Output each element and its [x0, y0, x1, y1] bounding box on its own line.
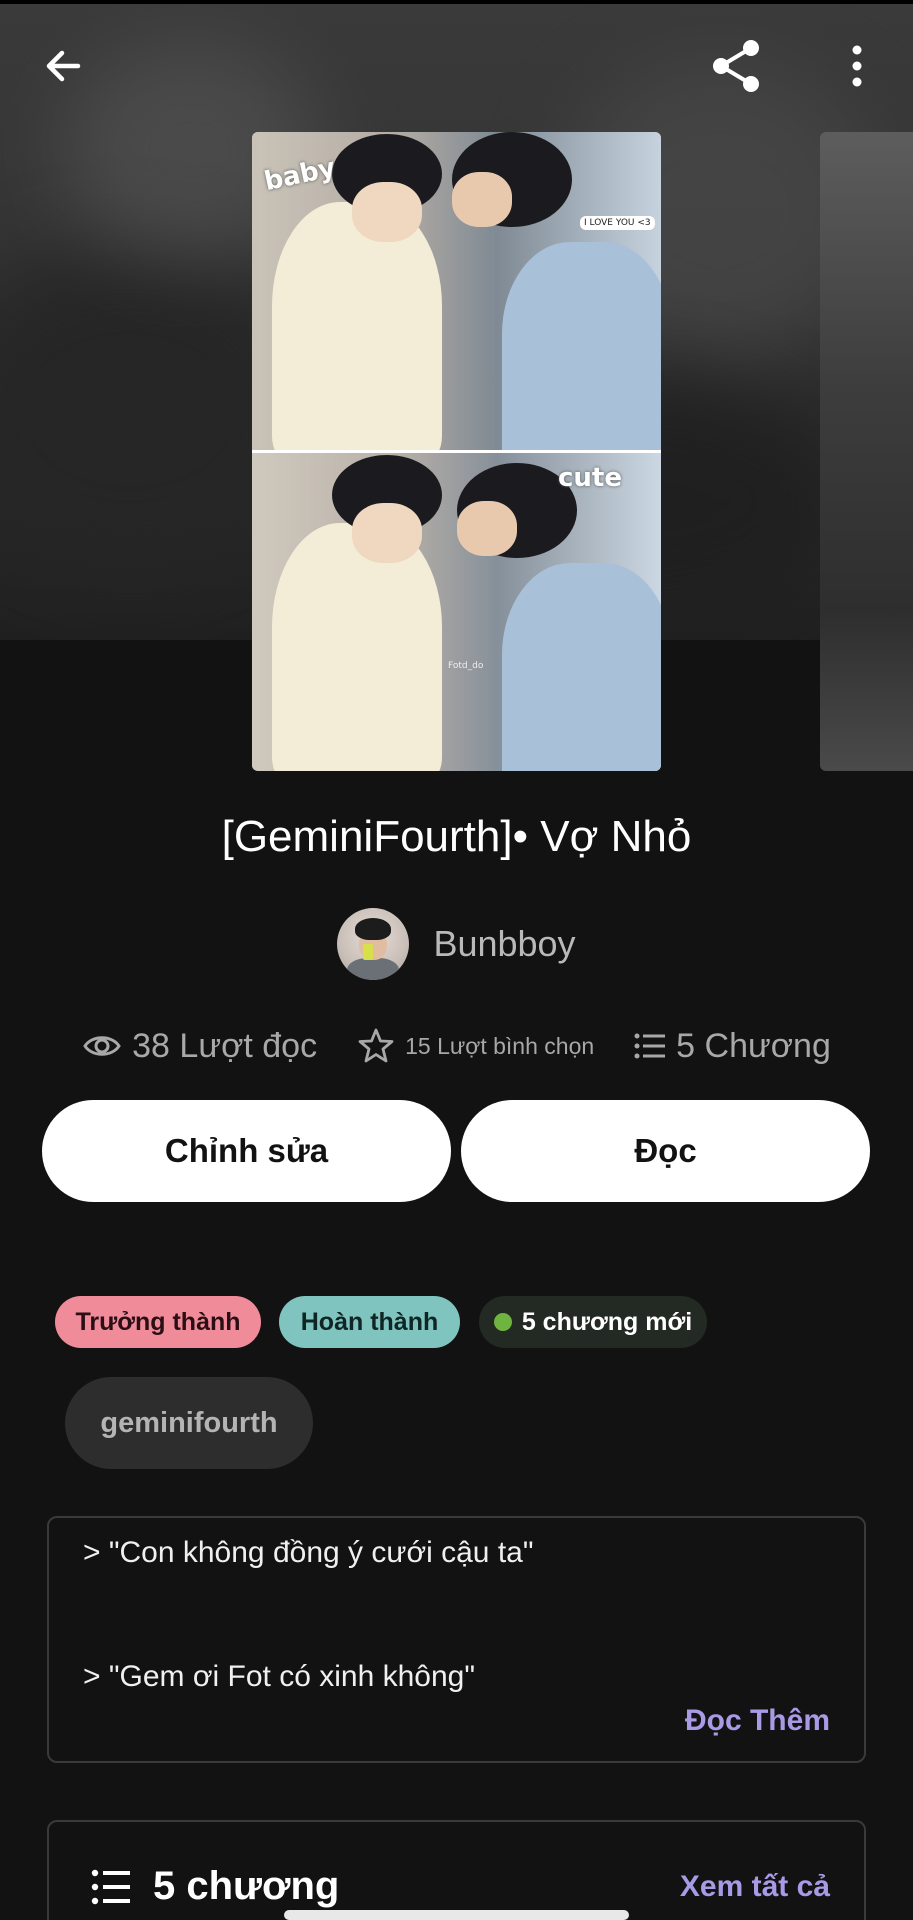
story-stats: 38 Lượt đọc 15 Lượt bình chọn 5 Chương [0, 1022, 913, 1070]
author-name[interactable]: Bunbboy [433, 923, 575, 965]
read-button[interactable]: Đọc [461, 1100, 870, 1202]
tag-complete: Hoàn thành [279, 1296, 460, 1348]
avatar[interactable] [337, 908, 410, 980]
sticker-baby: baby [261, 152, 339, 198]
sticker-cute: cute [558, 463, 622, 493]
description-box: > "Con không đồng ý cưới cậu ta" > "Gem … [47, 1516, 866, 1763]
chapters-header: 5 chương [91, 1864, 339, 1909]
cover-panel-top: baby I LOVE YOU <3 [252, 132, 661, 450]
arrow-left-icon [46, 50, 81, 82]
description-line-1: > "Con không đồng ý cưới cậu ta" [83, 1536, 534, 1569]
votes-count: 15 Lượt bình chọn [405, 1032, 595, 1059]
new-chapters-label: 5 chương mới [521, 1307, 693, 1336]
star-icon [358, 1028, 394, 1063]
status-bar-edge [0, 0, 913, 4]
share-icon [713, 40, 759, 92]
read-more-link[interactable]: Đọc Thêm [685, 1704, 830, 1738]
author-row[interactable]: Bunbboy [0, 908, 913, 980]
more-vertical-icon [852, 45, 862, 87]
next-story-cover[interactable] [820, 132, 913, 771]
chapters-title: 5 chương [153, 1864, 340, 1908]
list-icon [634, 1033, 666, 1059]
story-details-screen: baby I LOVE YOU <3 cute Fotd_do [GeminiF… [0, 0, 913, 1920]
edit-button[interactable]: Chỉnh sửa [42, 1100, 451, 1202]
chapters-stat: 5 Chương [634, 1027, 831, 1066]
reads-count: 38 Lượt đọc [132, 1026, 318, 1065]
cover-watermark: Fotd_do [448, 661, 484, 671]
speech-bubble: I LOVE YOU <3 [580, 216, 655, 230]
eye-icon [83, 1036, 121, 1056]
see-all-link[interactable]: Xem tất cả [680, 1870, 830, 1904]
votes-stat: 15 Lượt bình chọn [357, 1027, 594, 1065]
list-icon [91, 1869, 130, 1904]
keyword-tag[interactable]: geminifourth [65, 1377, 313, 1469]
tag-new-chapters: 5 chương mới [479, 1296, 707, 1348]
tag-mature: Trưởng thành [55, 1296, 261, 1348]
home-indicator[interactable] [284, 1910, 629, 1920]
chapters-section: 5 chương Xem tất cả [47, 1820, 866, 1920]
share-button[interactable] [696, 26, 776, 106]
more-options-button[interactable] [817, 26, 897, 106]
back-button[interactable] [24, 26, 104, 106]
story-title: [GeminiFourth]• Vợ Nhỏ [221, 812, 692, 861]
cover-panel-bottom: cute Fotd_do [252, 453, 661, 771]
new-dot-icon [493, 1313, 512, 1331]
description-line-2: > "Gem ơi Fot có xinh không" [83, 1660, 475, 1693]
chapters-count: 5 Chương [676, 1026, 831, 1065]
reads-stat: 38 Lượt đọc [82, 1027, 317, 1066]
story-cover[interactable]: baby I LOVE YOU <3 cute Fotd_do [252, 132, 661, 771]
